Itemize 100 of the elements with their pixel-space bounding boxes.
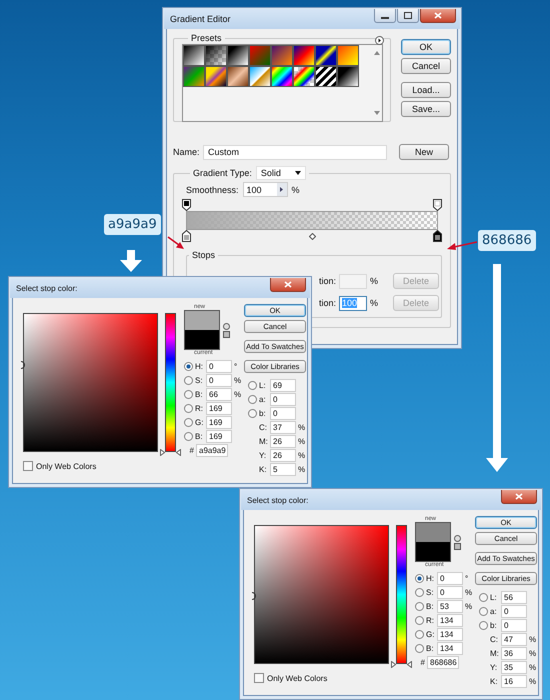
slider-handle[interactable] [160, 449, 181, 456]
radio-button[interactable] [184, 376, 193, 385]
value-field[interactable]: 0 [501, 605, 527, 618]
checkbox-label: Only Web Colors [36, 462, 96, 470]
radio-button[interactable] [184, 418, 193, 427]
smoothness-field[interactable]: 100 [242, 182, 288, 197]
color-marker[interactable] [252, 592, 257, 600]
unit-label: % [465, 588, 473, 597]
color-field[interactable] [23, 313, 158, 452]
gradient-swatch[interactable] [205, 66, 227, 87]
color-stop-icon[interactable] [182, 230, 191, 242]
hex-field[interactable]: 868686 [427, 656, 459, 669]
radio-button[interactable] [479, 621, 488, 630]
gradient-swatch[interactable] [293, 45, 315, 66]
radio-button[interactable] [184, 432, 193, 441]
gradient-swatch[interactable] [337, 66, 359, 87]
close-button[interactable] [420, 9, 456, 23]
hue-slider[interactable] [160, 313, 180, 456]
radio-button[interactable] [479, 593, 488, 602]
midpoint-icon[interactable] [308, 232, 316, 240]
square-icon[interactable] [223, 330, 230, 338]
value-field[interactable]: 16 [501, 675, 527, 688]
value-field[interactable]: 0 [501, 619, 527, 632]
spin-arrow-icon[interactable] [280, 187, 284, 192]
radio-button[interactable] [184, 362, 193, 371]
opacity-stop-icon[interactable] [182, 199, 191, 211]
gradient-swatch[interactable] [271, 66, 293, 87]
color-field[interactable] [254, 525, 389, 664]
unit-label: % [529, 635, 537, 644]
value-field[interactable]: 0 [206, 374, 232, 387]
radio-button[interactable] [479, 607, 488, 616]
gradient-swatch[interactable] [227, 45, 249, 66]
value-field[interactable]: 47 [501, 633, 527, 646]
gradient-swatch[interactable] [315, 66, 337, 87]
value-field[interactable]: 134 [437, 628, 463, 641]
name-field[interactable]: Custom [203, 144, 387, 160]
gradient-swatch[interactable] [183, 45, 205, 66]
checkbox[interactable] [23, 461, 33, 471]
new-button[interactable]: New [399, 144, 449, 160]
radio-button[interactable] [415, 588, 424, 597]
value-field[interactable]: 169 [206, 416, 232, 429]
radio-button[interactable] [248, 409, 257, 418]
value-field[interactable]: 26 [270, 435, 296, 448]
scroll-up-icon[interactable] [374, 51, 380, 55]
checkbox[interactable] [254, 673, 264, 683]
value-field[interactable]: 66 [206, 388, 232, 401]
dialog-button[interactable]: Save... [401, 101, 451, 117]
radio-button[interactable] [248, 381, 257, 390]
gradient-swatch[interactable] [205, 45, 227, 66]
opacity-stop-icon[interactable] [433, 199, 442, 211]
value-field[interactable]: 0 [270, 407, 296, 420]
gradient-swatch[interactable] [271, 45, 293, 66]
radio-button[interactable] [415, 616, 424, 625]
value-field[interactable]: 0 [437, 586, 463, 599]
value-field[interactable]: 56 [501, 591, 527, 604]
value-field[interactable]: 69 [270, 379, 296, 392]
value-field[interactable]: 0 [206, 360, 232, 373]
close-button[interactable] [501, 490, 537, 504]
radio-button[interactable] [184, 404, 193, 413]
value-field[interactable]: 169 [206, 402, 232, 415]
radio-button[interactable] [248, 395, 257, 404]
dialog-button[interactable]: OK [401, 39, 451, 55]
hue-slider[interactable] [390, 525, 411, 668]
menu-icon[interactable] [375, 36, 384, 45]
radio-button[interactable] [415, 574, 424, 583]
value-field[interactable]: 134 [437, 642, 463, 655]
gradient-swatch[interactable] [249, 45, 271, 66]
maximize-button[interactable] [397, 9, 419, 23]
gradient-type-dropdown[interactable]: Solid [256, 166, 306, 180]
value-field[interactable]: 0 [437, 572, 463, 585]
hex-field[interactable]: a9a9a9 [196, 444, 228, 457]
gradient-swatch[interactable] [315, 45, 337, 66]
minimize-button[interactable] [374, 9, 396, 23]
gradient-swatch[interactable] [227, 66, 249, 87]
dialog-button[interactable]: Load... [401, 82, 451, 98]
value-field[interactable]: 36 [501, 647, 527, 660]
slider-handle[interactable] [390, 661, 412, 668]
color-stop-icon[interactable] [433, 230, 442, 242]
radio-button[interactable] [415, 630, 424, 639]
value-field[interactable]: 5 [270, 463, 296, 476]
gradient-swatch[interactable] [293, 66, 315, 87]
value-field[interactable]: 26 [270, 449, 296, 462]
value-field[interactable]: 169 [206, 430, 232, 443]
value-field[interactable]: 35 [501, 661, 527, 674]
gradient-swatch[interactable] [337, 45, 359, 66]
square-icon[interactable] [454, 542, 461, 550]
close-button[interactable] [270, 278, 306, 292]
value-field[interactable]: 0 [270, 393, 296, 406]
scroll-down-icon[interactable] [374, 111, 380, 115]
gradient-swatch[interactable] [183, 66, 205, 87]
radio-button[interactable] [184, 390, 193, 399]
value-field[interactable]: 134 [437, 614, 463, 627]
value-field[interactable]: 37 [270, 421, 296, 434]
radio-button[interactable] [415, 644, 424, 653]
color-marker[interactable] [21, 360, 26, 369]
radio-button[interactable] [415, 602, 424, 611]
dialog-button[interactable]: Cancel [401, 58, 451, 74]
field-label: G: [426, 630, 435, 639]
value-field[interactable]: 53 [437, 600, 463, 613]
gradient-swatch[interactable] [249, 66, 271, 87]
